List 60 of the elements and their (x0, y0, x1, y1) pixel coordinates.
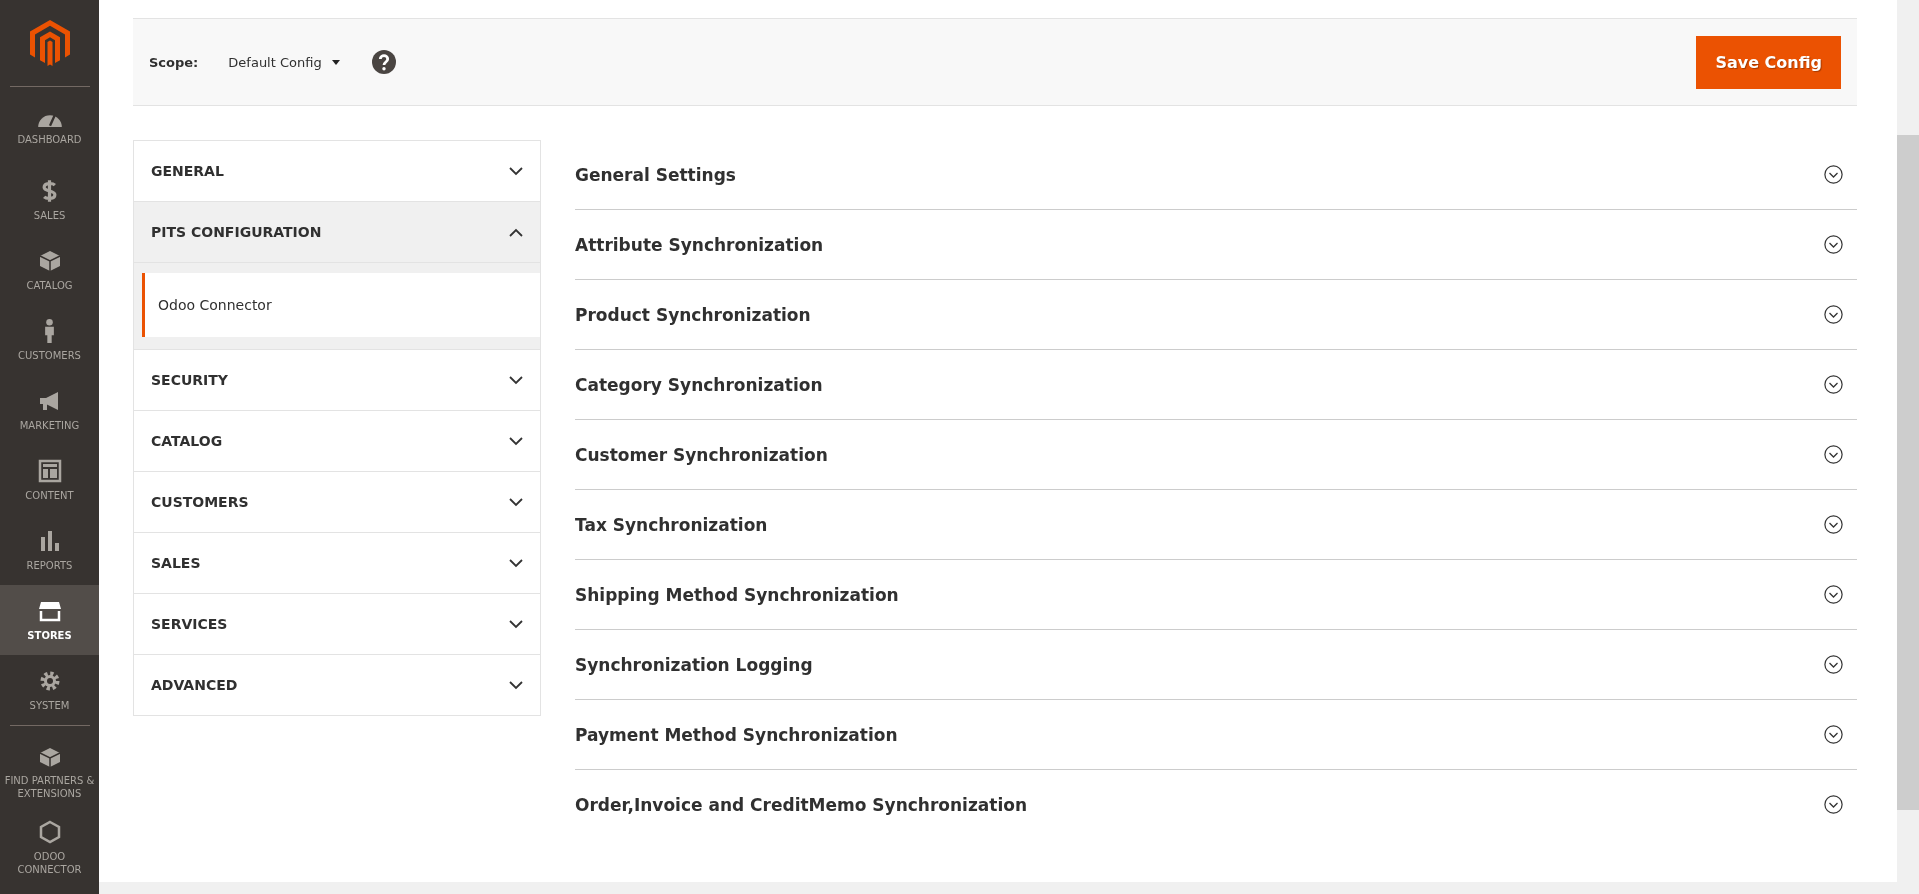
config-tab[interactable]: SERVICES (134, 594, 540, 655)
section-header[interactable]: Category Synchronization (575, 350, 1857, 420)
nav-item[interactable]: CONTENT (0, 445, 99, 515)
chevron-icon (509, 166, 523, 176)
scope-dropdown[interactable]: Default Config (228, 54, 340, 70)
section-header[interactable]: Customer Synchronization (575, 420, 1857, 490)
expand-circle-icon (1824, 305, 1843, 324)
expand-circle-icon (1824, 515, 1843, 534)
expand-circle-icon (1824, 725, 1843, 744)
expand-circle-icon (1824, 655, 1843, 674)
expand-circle-icon (1824, 795, 1843, 814)
nav-icon (44, 318, 55, 343)
scrollbar-thumb[interactable] (1897, 135, 1919, 810)
nav-item[interactable]: CUSTOMERS (0, 305, 99, 375)
nav-item[interactable]: FIND PARTNERS & EXTENSIONS (0, 734, 99, 810)
config-tab[interactable]: ADVANCED (134, 655, 540, 716)
section-header[interactable]: Attribute Synchronization (575, 210, 1857, 280)
config-tab[interactable]: SALES (134, 533, 540, 594)
nav-icon (37, 248, 62, 273)
nav-icon (37, 820, 62, 844)
config-tab[interactable]: CUSTOMERS (134, 472, 540, 533)
nav-item[interactable]: CATALOG (0, 235, 99, 305)
section-header[interactable]: Synchronization Logging (575, 630, 1857, 700)
expand-circle-icon (1824, 445, 1843, 464)
section-header[interactable]: Order,Invoice and CreditMemo Synchronization (575, 770, 1857, 839)
chevron-icon (509, 436, 523, 446)
save-config-button[interactable]: Save Config (1696, 35, 1841, 89)
section-header[interactable]: Product Synchronization (575, 280, 1857, 350)
chevron-icon (509, 619, 523, 629)
logo-icon (29, 20, 70, 66)
nav-item[interactable]: MARKETING (0, 375, 99, 445)
caret-icon (331, 59, 340, 65)
expand-circle-icon (1824, 375, 1843, 394)
nav-item[interactable]: REPORTS (0, 515, 99, 585)
expand-circle-icon (1824, 585, 1843, 604)
help-icon[interactable] (371, 50, 396, 74)
section-header[interactable]: Tax Synchronization (575, 490, 1857, 560)
config-tab[interactable]: SECURITY (134, 350, 540, 411)
nav-item[interactable]: ODOO CONNECTOR (0, 810, 99, 886)
nav-icon (37, 458, 62, 483)
nav-icon (42, 178, 57, 203)
nav-item[interactable]: SALES (0, 165, 99, 235)
section-header[interactable]: Payment Method Synchronization (575, 700, 1857, 770)
chevron-icon (509, 680, 523, 690)
chevron-icon (509, 375, 523, 385)
config-subtab[interactable]: Odoo Connector (142, 273, 540, 337)
chevron-icon (509, 227, 523, 237)
nav-item[interactable]: DASHBOARD (0, 95, 99, 165)
scope-label: Scope: (149, 54, 199, 70)
config-tab[interactable]: PITS CONFIGURATION (134, 202, 540, 263)
chevron-icon (509, 497, 523, 507)
nav-item[interactable]: STORES (0, 585, 99, 655)
nav-icon (37, 114, 62, 127)
chevron-icon (509, 558, 523, 568)
expand-circle-icon (1824, 235, 1843, 254)
section-header[interactable]: General Settings (575, 140, 1857, 210)
section-header[interactable]: Shipping Method Synchronization (575, 560, 1857, 630)
expand-circle-icon (1824, 165, 1843, 184)
config-tab[interactable]: CATALOG (134, 411, 540, 472)
nav-item[interactable]: SYSTEM (0, 655, 99, 725)
